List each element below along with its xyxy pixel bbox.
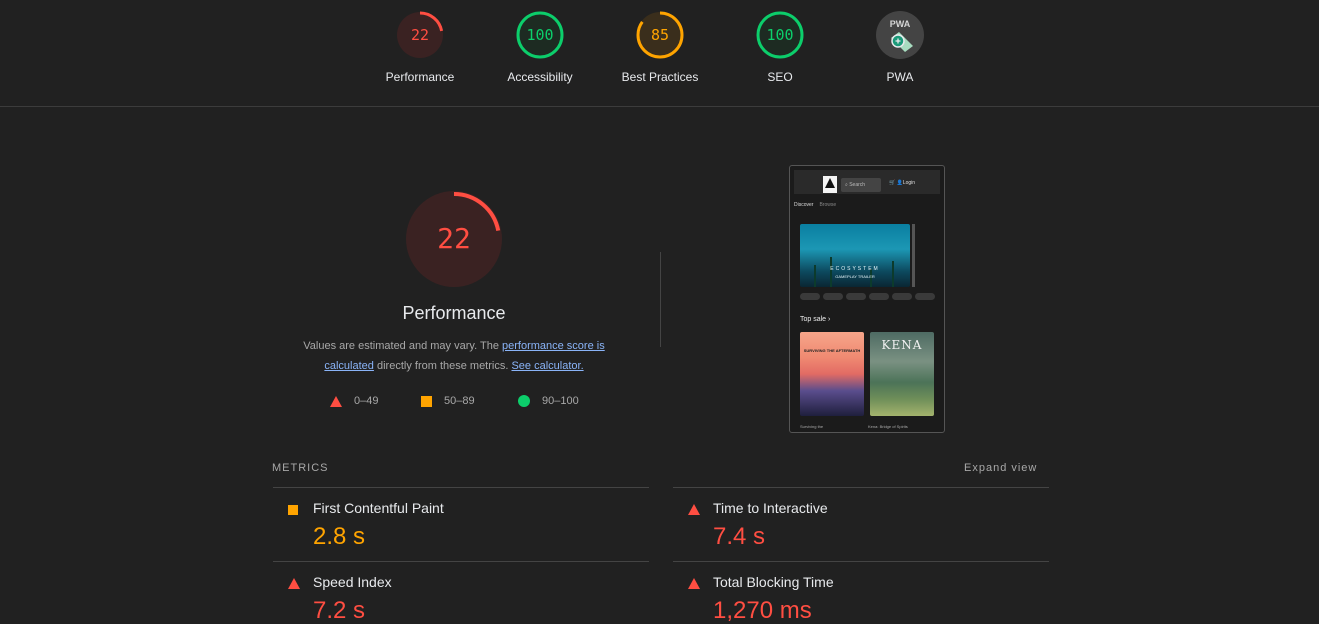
triangle-icon [688,578,700,589]
legend-pass: 90–100 [518,395,579,407]
best-practices-gauge-ring: 85 [636,11,684,59]
performance-desc-middle: directly from these metrics. [376,360,509,372]
thumb-top-sale-heading: Top sale › [800,316,831,323]
metrics-column-right: Time to Interactive 7.4 s Total Blocking… [673,487,1049,624]
thumb-tab-browse: Browse [819,202,837,208]
triangle-icon [688,504,700,515]
metric-first-contentful-paint: First Contentful Paint 2.8 s [273,487,649,561]
legend-fail-range: 0–49 [354,395,379,407]
metric-speed-index: Speed Index 7.2 s [273,561,649,624]
performance-desc-prefix: Values are estimated and may vary. The [303,340,499,352]
expand-view-toggle[interactable]: Expand view [964,462,1037,474]
thumb-category-pills [800,293,938,300]
pwa-badge-icon: PWA [876,11,924,59]
gauge-performance[interactable]: 22 Performance [370,10,470,84]
metric-name: Time to Interactive [713,500,828,516]
thumb-tabs: Discover Browse [794,202,836,208]
square-icon [288,505,298,515]
gauge-pwa[interactable]: PWA PWA [850,10,950,84]
metric-name: First Contentful Paint [313,500,444,516]
gauge-seo-label: SEO [767,70,793,84]
thumb-search-box: ⌕ Search [841,178,881,192]
thumb-hero-banner: ECOSYSTEM GAMEPLAY TRAILER [800,224,910,287]
thumb-captions: Surviving the Kena: Bridge of Spirits [800,424,908,429]
accessibility-gauge-ring: 100 [516,11,564,59]
gauge-performance-label: Performance [385,70,455,84]
performance-gauge-ring: 22 [396,11,444,59]
circle-icon [518,395,530,407]
gauge-pwa-label: PWA [886,70,914,84]
performance-description: Values are estimated and may vary. The p… [284,336,624,376]
thumb-game-card-1: SURVIVING THE AFTERMATH [800,332,864,416]
gauge-accessibility[interactable]: 100 Accessibility [490,10,590,84]
thumb-card2-title: KENA [881,338,923,352]
see-calculator-link[interactable]: See calculator. [511,360,583,372]
legend-fail: 0–49 [330,395,378,407]
square-icon [421,395,432,407]
performance-title: Performance [402,303,506,323]
metric-time-to-interactive: Time to Interactive 7.4 s [673,487,1049,561]
triangle-icon [288,578,300,589]
metrics-column-left: First Contentful Paint 2.8 s Speed Index… [273,487,649,624]
thumb-hero-next [912,224,915,287]
triangle-icon [330,395,342,407]
gauge-best-practices-label: Best Practices [621,70,699,84]
gauge-seo-score: 100 [766,26,793,44]
final-screenshot-thumbnail[interactable]: ⌕ Search 🛒 👤Login Discover Browse ECOSYST… [789,165,945,433]
legend-pass-range: 90–100 [542,395,579,407]
category-scores-bar: 22 Performance 100 Accessibility 85 Best… [0,0,1319,107]
seo-gauge-ring: 100 [756,11,804,59]
gauge-accessibility-score: 100 [526,26,553,44]
thumb-site-header: ⌕ Search 🛒 👤Login [794,170,940,194]
metric-total-blocking-time: Total Blocking Time 1,270 ms [673,561,1049,624]
performance-main-score: 22 [437,222,471,255]
gauge-best-practices[interactable]: 85 Best Practices [610,10,710,84]
metric-value: 7.4 s [713,523,766,550]
performance-main-gauge: 22 [404,189,504,294]
gauge-seo[interactable]: 100 SEO [730,10,830,84]
thumb-tab-discover: Discover [794,202,814,208]
gauge-performance-score: 22 [411,26,429,44]
legend-average: 50–89 [421,395,475,407]
legend-average-range: 50–89 [444,395,475,407]
metric-name: Total Blocking Time [713,574,834,590]
metric-value: 2.8 s [313,523,366,550]
pwa-badge-text: PWA [890,19,911,29]
thumb-login: 🛒 👤Login [889,180,916,186]
metric-value: 1,270 ms [713,597,812,624]
performance-main-gauge-ring: 22 [406,191,502,287]
metrics-heading: METRICS [272,462,329,474]
metric-name: Speed Index [313,574,392,590]
thumb-game-card-2: KENA [870,332,934,416]
thumb-hero-subtitle: GAMEPLAY TRAILER [835,274,875,279]
metric-value: 7.2 s [313,597,366,624]
vertical-divider [660,252,661,347]
thumb-card1-title: SURVIVING THE AFTERMATH [803,348,861,353]
site-logo-icon [823,176,837,193]
gauge-accessibility-label: Accessibility [507,70,573,84]
gauge-best-practices-score: 85 [651,26,669,44]
thumb-hero-title: ECOSYSTEM [830,266,880,272]
